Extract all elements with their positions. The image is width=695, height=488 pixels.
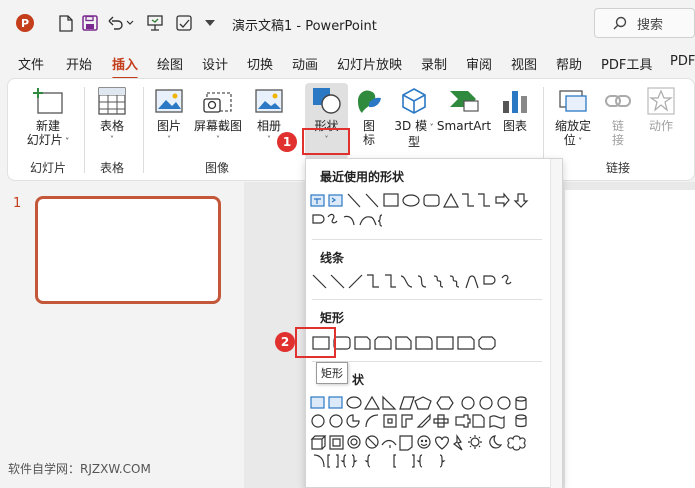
slide-number: 1: [13, 196, 22, 211]
search-box[interactable]: 搜索: [594, 8, 695, 38]
3d-model-icon: [402, 88, 426, 114]
document-title: 演示文稿1 - PowerPoint: [232, 19, 377, 34]
smartart-icon: [450, 91, 479, 112]
link-icon: [605, 95, 631, 107]
present-icon[interactable]: [143, 11, 167, 35]
zoom-button[interactable]: 缩放定位 ˅: [551, 87, 595, 149]
shapes-icon: [312, 88, 341, 114]
chevron-down-icon: ˅: [62, 137, 70, 146]
shapes-dropdown-highlight: [302, 128, 350, 155]
powerpoint-logo-icon: P: [16, 14, 34, 32]
new-file-icon[interactable]: [54, 11, 78, 35]
tab-home[interactable]: 开始: [66, 54, 92, 73]
vertical-textbox-shape-icon[interactable]: [328, 194, 343, 207]
tab-insert[interactable]: 插入: [112, 54, 139, 80]
group-label-slides: 幻灯片: [30, 161, 67, 175]
action-button[interactable]: 动作: [644, 87, 678, 133]
search-label: 搜索: [637, 17, 664, 33]
section-lines: 线条: [320, 251, 345, 265]
step-badge-2: 2: [275, 332, 295, 352]
touch-mode-icon[interactable]: [172, 11, 196, 35]
rectangle-shape-highlight: [295, 327, 336, 358]
rectangle-tooltip: 矩形: [316, 362, 348, 384]
new-slide-icon: [33, 88, 63, 114]
slide-canvas[interactable]: [565, 190, 695, 488]
zoom-icon: [559, 90, 587, 112]
tab-file[interactable]: 文件: [18, 54, 44, 73]
undo-dropdown-icon[interactable]: [118, 11, 142, 35]
customize-toolbar-icon[interactable]: [198, 11, 222, 35]
tab-help[interactable]: 帮助: [556, 54, 582, 73]
table-button[interactable]: 表格 ˅: [92, 87, 132, 147]
tab-pdf[interactable]: PDF: [670, 54, 695, 69]
smartart-button[interactable]: SmartArt: [436, 87, 492, 133]
3d-models-button[interactable]: 3D 模 ˅ 型: [394, 87, 434, 149]
new-slide-button[interactable]: 新建 幻灯片 ˅: [24, 87, 72, 149]
watermark-text: 软件自学网：RJZXW.COM: [8, 462, 151, 476]
icons-button[interactable]: 图标: [354, 87, 384, 147]
photo-album-icon: [255, 89, 283, 113]
tab-review[interactable]: 审阅: [466, 54, 492, 73]
chart-icon: [503, 91, 527, 113]
table-icon: [98, 87, 126, 115]
textbox-shape-icon[interactable]: [310, 194, 325, 207]
screenshot-button[interactable]: 屏幕截图 ˅: [192, 87, 244, 147]
screenshot-icon: [203, 92, 232, 113]
title-bar: P 演示文稿1 - PowerPoint 搜索: [0, 0, 695, 46]
link-button[interactable]: 链接: [603, 87, 633, 147]
step-badge-1: 1: [277, 132, 297, 152]
picture-icon: [155, 89, 183, 113]
picture-button[interactable]: 图片 ˅: [152, 87, 186, 147]
tab-animations[interactable]: 动画: [292, 54, 318, 73]
tab-slideshow[interactable]: 幻灯片放映: [337, 54, 402, 73]
section-recent-shapes: 最近使用的形状: [320, 170, 405, 184]
section-rectangles: 矩形: [320, 311, 345, 325]
tab-transitions[interactable]: 切换: [247, 54, 273, 73]
tab-view[interactable]: 视图: [511, 54, 537, 73]
slide-thumbnail[interactable]: [35, 196, 221, 304]
group-label-links: 链接: [606, 161, 631, 175]
section-basic-shapes: 状: [352, 373, 365, 387]
rectangle-shapes-row: [310, 333, 550, 353]
tab-design[interactable]: 设计: [202, 54, 228, 73]
shapes-gallery-dropdown: 最近使用的形状 线条 矩形 状: [305, 158, 563, 488]
gallery-scrollbar[interactable]: [550, 159, 562, 488]
lines-shapes-row: [310, 272, 550, 292]
search-icon: [613, 16, 627, 30]
basic-shapes-rows: [310, 395, 550, 475]
tab-pdf-tools[interactable]: PDF工具: [601, 54, 652, 73]
icons-icon: [358, 90, 381, 113]
recent-shapes-row: [310, 191, 550, 231]
action-star-icon: [647, 87, 675, 115]
chart-button[interactable]: 图表: [499, 87, 531, 133]
group-label-tables: 表格: [100, 161, 125, 175]
tab-draw[interactable]: 绘图: [157, 54, 183, 73]
tab-record[interactable]: 录制: [421, 54, 447, 73]
save-icon[interactable]: [78, 11, 102, 35]
ribbon-tabs: 文件 开始 插入 绘图 设计 切换 动画 幻灯片放映 录制 审阅 视图 帮助 P…: [0, 46, 695, 80]
group-label-images: 图像: [205, 161, 230, 175]
